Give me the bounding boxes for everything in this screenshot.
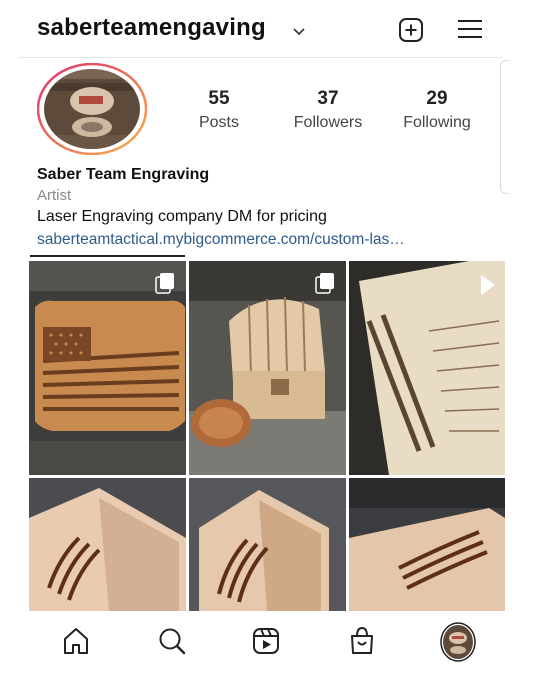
post-thumbnail[interactable]	[349, 478, 505, 611]
profile-username[interactable]: saberteamengaving	[37, 14, 266, 42]
home-icon[interactable]	[62, 626, 90, 661]
reels-icon[interactable]	[252, 626, 280, 661]
following-count: 29	[426, 88, 448, 109]
post-thumbnail[interactable]	[349, 261, 505, 475]
profile-avatar[interactable]	[37, 63, 147, 155]
posts-count: 55	[208, 88, 230, 109]
header-divider	[18, 57, 502, 58]
followers-stat[interactable]: 37 Followers	[283, 88, 373, 132]
top-bar: saberteamengaving	[0, 0, 540, 58]
hamburger-menu-icon	[458, 20, 482, 38]
following-stat[interactable]: 29 Following	[393, 88, 481, 132]
followers-count: 37	[317, 88, 339, 109]
post-thumbnail[interactable]	[189, 478, 346, 611]
profile-category: Artist	[37, 187, 72, 204]
plus-square-icon	[399, 18, 423, 42]
profile-bio: Laser Engraving company DM for pricing	[37, 208, 327, 225]
followers-label: Followers	[293, 114, 363, 131]
post-thumbnail[interactable]	[29, 478, 186, 611]
profile-link[interactable]: saberteamtactical.mybigcommerce.com/cust…	[37, 231, 405, 249]
shop-icon[interactable]	[348, 626, 376, 661]
post-thumbnail[interactable]	[189, 261, 346, 475]
chevron-down-icon[interactable]	[292, 24, 306, 42]
menu-button[interactable]	[457, 18, 483, 45]
posts-stat[interactable]: 55 Posts	[190, 88, 248, 132]
post-thumbnail[interactable]	[29, 261, 186, 475]
new-post-button[interactable]	[398, 17, 424, 48]
posts-label: Posts	[198, 114, 239, 131]
posts-grid	[29, 261, 505, 611]
profile-name: Saber Team Engraving	[37, 166, 210, 183]
search-icon[interactable]	[157, 626, 187, 661]
profile-tab-avatar[interactable]	[440, 622, 476, 667]
side-panel-edge	[500, 60, 509, 194]
grid-tab-indicator	[30, 255, 185, 257]
following-label: Following	[403, 114, 471, 131]
bottom-navigation	[0, 612, 540, 675]
